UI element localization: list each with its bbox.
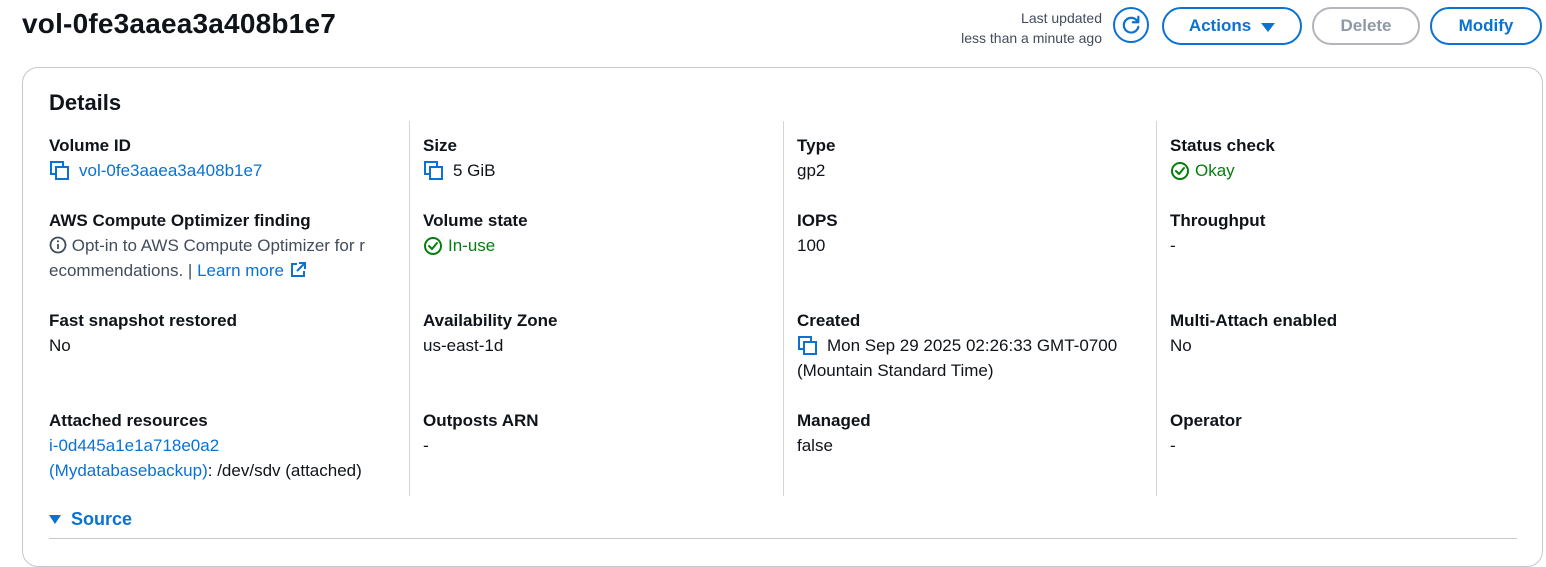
delete-label: Delete <box>1340 16 1392 35</box>
created-value-line2: (Mountain Standard Time) <box>797 361 994 380</box>
field-type: Type gp2 <box>797 133 835 183</box>
field-size: Size 5 GiB <box>423 133 496 183</box>
field-operator: Operator - <box>1170 408 1242 458</box>
actions-button[interactable]: Actions <box>1162 7 1302 45</box>
last-updated: Last updated less than a minute ago <box>961 8 1102 48</box>
attached-instance-row: (Mydatabasebackup): /dev/sdv (attached) <box>49 458 362 483</box>
attached-label: Attached resources <box>49 411 208 430</box>
type-label: Type <box>797 136 836 155</box>
caret-down-icon <box>1261 22 1276 32</box>
optimizer-text-line1: Opt-in to AWS Compute Optimizer for r <box>71 236 365 255</box>
field-created: Created Mon Sep 29 2025 02:26:33 GMT-070… <box>797 308 1117 383</box>
status-check-value-row: Okay <box>1170 158 1275 183</box>
az-label: Availability Zone <box>423 311 558 330</box>
modify-button[interactable]: Modify <box>1430 7 1542 45</box>
optimizer-label: AWS Compute Optimizer finding <box>49 211 311 230</box>
last-updated-value: less than a minute ago <box>961 30 1102 46</box>
check-circle-icon <box>1171 161 1189 180</box>
learn-more-link[interactable]: Learn more <box>197 261 284 280</box>
throughput-value: - <box>1170 236 1176 255</box>
details-card: Details Volume ID vol-0fe3aaea3a408b1e7 … <box>22 67 1543 567</box>
volume-state-value-row: In-use <box>423 233 528 258</box>
size-value: 5 GiB <box>453 161 496 180</box>
created-value-row: Mon Sep 29 2025 02:26:33 GMT-0700 <box>797 333 1117 358</box>
type-value: gp2 <box>797 161 826 180</box>
field-outposts-arn: Outposts ARN - <box>423 408 539 458</box>
details-title: Details <box>49 90 122 115</box>
field-volume-state: Volume state In-use <box>423 208 528 258</box>
actions-label: Actions <box>1188 16 1252 35</box>
managed-value: false <box>797 436 833 455</box>
created-label: Created <box>797 311 861 330</box>
details-column-2: Size 5 GiB Volume state In-use Availabil… <box>409 121 782 496</box>
size-value-row: 5 GiB <box>423 158 496 183</box>
volume-id-value-row: vol-0fe3aaea3a408b1e7 <box>49 158 262 183</box>
field-fast-snapshot: Fast snapshot restored No <box>49 308 237 358</box>
caret-down-icon <box>49 515 61 524</box>
outposts-value: - <box>423 436 429 455</box>
multi-attach-value: No <box>1170 336 1192 355</box>
modify-label: Modify <box>1458 16 1514 35</box>
check-circle-icon <box>424 236 442 255</box>
attached-instance-name-link[interactable]: (Mydatabasebackup) <box>49 461 208 480</box>
operator-label: Operator <box>1170 411 1242 430</box>
volume-id-link[interactable]: vol-0fe3aaea3a408b1e7 <box>79 158 262 183</box>
page-header: vol-0fe3aaea3a408b1e7 Last updated less … <box>0 0 1546 56</box>
refresh-button[interactable] <box>1113 7 1149 43</box>
copy-icon[interactable] <box>423 160 445 182</box>
outposts-label: Outposts ARN <box>423 411 539 430</box>
details-column-3: Type gp2 IOPS 100 Created Mon Sep 29 202… <box>783 121 1156 496</box>
external-link-icon[interactable] <box>289 261 307 279</box>
field-attached-resources: Attached resources i-0d445a1e1a718e0a2 (… <box>49 408 362 483</box>
volume-state-label: Volume state <box>423 211 528 230</box>
divider <box>49 538 1517 539</box>
field-iops: IOPS 100 <box>797 208 838 258</box>
details-column-1: Volume ID vol-0fe3aaea3a408b1e7 AWS Comp… <box>23 121 396 496</box>
attached-suffix: : /dev/sdv (attached) <box>207 461 362 480</box>
optimizer-value: Opt-in to AWS Compute Optimizer for r ec… <box>49 233 399 283</box>
iops-value: 100 <box>797 236 826 255</box>
field-throughput: Throughput - <box>1170 208 1265 258</box>
field-availability-zone: Availability Zone us-east-1d <box>423 308 557 358</box>
throughput-label: Throughput <box>1170 211 1266 230</box>
copy-icon[interactable] <box>49 160 71 182</box>
field-status-check: Status check Okay <box>1170 133 1275 183</box>
status-check-label: Status check <box>1170 136 1275 155</box>
last-updated-label: Last updated <box>1021 10 1102 26</box>
operator-value: - <box>1170 436 1176 455</box>
delete-button[interactable]: Delete <box>1312 7 1420 45</box>
refresh-icon <box>1122 15 1140 34</box>
field-compute-optimizer: AWS Compute Optimizer finding Opt-in to … <box>49 208 399 283</box>
optimizer-text-line2: ecommendations. | <box>49 261 193 280</box>
details-column-4: Status check Okay Throughput - Multi-Att… <box>1156 121 1529 496</box>
volume-id-label: Volume ID <box>49 136 131 155</box>
info-icon <box>49 236 67 254</box>
source-expander[interactable]: Source <box>49 509 132 530</box>
created-value-line1: Mon Sep 29 2025 02:26:33 GMT-0700 <box>827 336 1118 355</box>
status-check-value: Okay <box>1195 161 1235 180</box>
size-label: Size <box>423 136 458 155</box>
source-label: Source <box>71 509 133 529</box>
copy-icon[interactable] <box>797 335 819 357</box>
field-volume-id: Volume ID vol-0fe3aaea3a408b1e7 <box>49 133 262 183</box>
managed-label: Managed <box>797 411 871 430</box>
multi-attach-label: Multi-Attach enabled <box>1170 311 1338 330</box>
az-value: us-east-1d <box>423 336 504 355</box>
attached-instance-link[interactable]: i-0d445a1e1a718e0a2 <box>49 433 362 458</box>
volume-state-value: In-use <box>448 236 496 255</box>
field-managed: Managed false <box>797 408 871 458</box>
iops-label: IOPS <box>797 211 838 230</box>
field-multi-attach: Multi-Attach enabled No <box>1170 308 1337 358</box>
fast-snapshot-value: No <box>49 336 71 355</box>
page-title: vol-0fe3aaea3a408b1e7 <box>22 8 336 39</box>
fast-snapshot-label: Fast snapshot restored <box>49 311 237 330</box>
